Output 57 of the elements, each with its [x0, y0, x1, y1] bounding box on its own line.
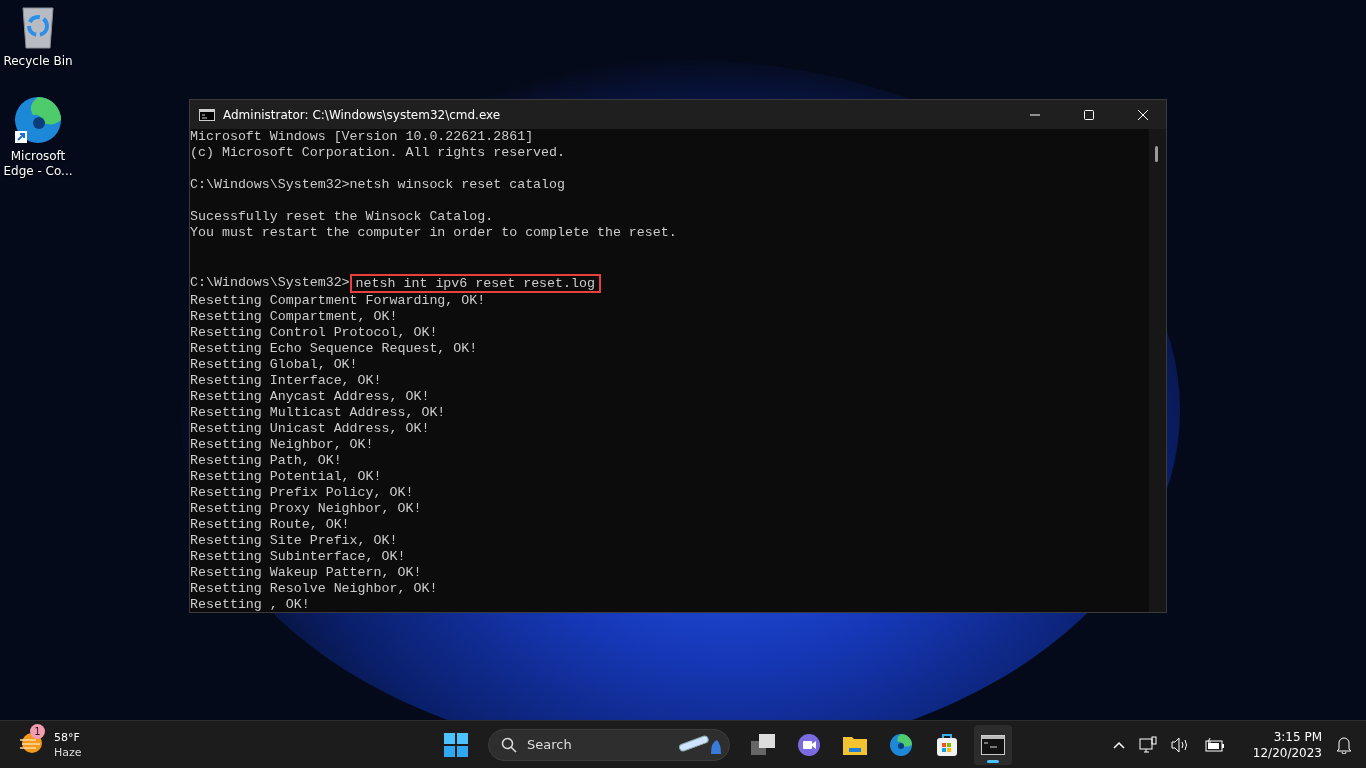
maximize-icon[interactable] — [1083, 108, 1095, 121]
console-output-line: Resetting Subinterface, OK! — [190, 549, 407, 565]
edge-browser-icon[interactable] — [13, 95, 63, 145]
chevron-up-icon[interactable] — [1112, 740, 1125, 749]
video-chat-icon — [797, 732, 821, 757]
console-output-line: You must restart the computer in order to complete the reset. — [190, 225, 678, 241]
desktop-icon-label: Recycle Bin — [3, 54, 73, 69]
window-title: Administrator: C:\Windows\system32\cmd.exe — [223, 107, 501, 122]
folder-icon — [843, 734, 867, 755]
taskbar-app[interactable] — [974, 724, 1012, 765]
console-output-line: Resetting Resolve Neighbor, OK! — [190, 581, 439, 597]
console-output-line: Resetting Proxy Neighbor, OK! — [190, 501, 423, 517]
clock-date: 12/20/2023 — [1252, 744, 1322, 761]
store-bag-icon — [936, 732, 958, 757]
notification-badge: 1 — [30, 723, 45, 739]
search-field[interactable]: Search — [488, 728, 730, 761]
console-command: netsh int ipv6 reset reset.log — [349, 273, 601, 293]
console-output-line: Sucessfully reset the Winsock Catalog. — [190, 209, 495, 225]
console-output-line: Resetting Echo Sequence Request, OK! — [190, 341, 479, 357]
console-output-line: Resetting Compartment, OK! — [190, 309, 399, 325]
console-output-line: Resetting Anycast Address, OK! — [190, 389, 431, 405]
clock-time: 3:15 PM — [1273, 728, 1322, 745]
console-output-line: (c) Microsoft Corporation. All rights reserved. — [190, 145, 567, 161]
task-view-icon — [751, 733, 775, 756]
clock[interactable]: 3:15 PM 12/20/2023 — [1252, 728, 1322, 761]
console-output-line: Resetting Multicast Address, OK! — [190, 405, 447, 421]
console-output-line: Resetting Site Prefix, OK! — [190, 533, 399, 549]
start-icon[interactable] — [444, 732, 468, 757]
bell-icon[interactable] — [1336, 735, 1352, 754]
close-icon[interactable] — [1137, 108, 1149, 121]
console-command: netsh winsock reset catalog — [349, 177, 566, 192]
console-output-line: Resetting Control Protocol, OK! — [190, 325, 439, 341]
console-output-line: Microsoft Windows [Version 10.0.22621.2861] — [190, 129, 535, 145]
search-icon — [501, 736, 517, 753]
console-output-line: Resetting Unicast Address, OK! — [190, 421, 431, 437]
edge-browser-icon — [889, 732, 913, 757]
console-output-line: Resetting Prefix Policy, OK! — [190, 485, 415, 501]
console-output-line: Resetting Compartment Forwarding, OK! — [190, 293, 487, 309]
console-icon — [981, 734, 1005, 755]
console-output-line: Resetting Wakeup Pattern, OK! — [190, 565, 423, 581]
console-output-line: Resetting Global, OK! — [190, 357, 359, 373]
console-prompt: C:\Windows\System32> — [190, 177, 350, 192]
desktop-icon-label: Microsoft Edge - Co... — [3, 149, 73, 179]
snowboard-drawing — [677, 733, 721, 756]
network-icon[interactable] — [1138, 735, 1157, 754]
console-output-line: Resetting , OK! — [190, 597, 311, 612]
console-output-line: Resetting Route, OK! — [190, 517, 351, 533]
console-output-line: Resetting Path, OK! — [190, 453, 343, 469]
scrollbar[interactable] — [1149, 129, 1166, 612]
weather-condition: Haze — [54, 744, 82, 760]
console-output-line: Resetting Interface, OK! — [190, 373, 383, 389]
battery-charging-icon[interactable] — [1204, 737, 1225, 752]
console-output-line: Resetting Neighbor, OK! — [190, 437, 375, 453]
temperature: 58°F — [54, 729, 81, 745]
console-icon — [199, 108, 215, 121]
console-prompt: C:\Windows\System32> — [190, 275, 350, 291]
console-output-line: Resetting Potential, OK! — [190, 469, 383, 485]
